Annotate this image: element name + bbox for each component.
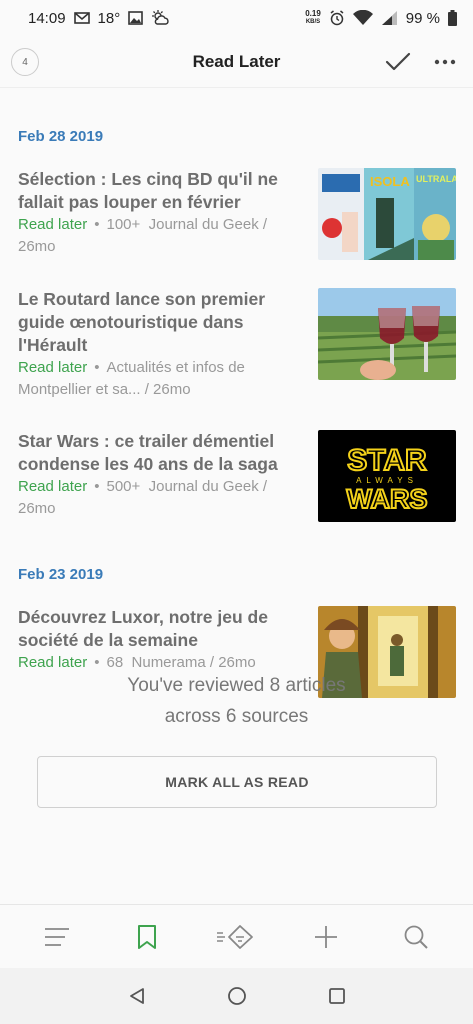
mark-all-as-read-button[interactable]: MARK ALL AS READ (37, 756, 437, 808)
mark-read-button[interactable] (383, 48, 413, 76)
article-thumbnail[interactable] (318, 288, 456, 380)
review-summary-line1: You've reviewed 8 articles (127, 675, 346, 696)
status-temperature: 18° (97, 9, 121, 27)
thumb-bd-title2: ULTRALAZ (416, 174, 456, 184)
search-icon (404, 925, 428, 949)
thumb-sw-line1: STAR (347, 444, 427, 477)
alarm-icon (329, 10, 345, 26)
recents-square-icon (328, 988, 345, 1004)
checkmark-icon (385, 52, 411, 71)
nav-feed-button[interactable] (212, 913, 260, 961)
thumb-sw-line3: WARS (347, 484, 428, 514)
article-meta: Read later • Actualités et infos de Montpe… (18, 359, 245, 398)
menu-icon (44, 927, 69, 946)
system-recents-button[interactable] (325, 984, 349, 1008)
wifi-icon (352, 10, 373, 26)
nav-add-button[interactable] (302, 913, 350, 961)
weather-cloud-sun-icon (151, 10, 169, 26)
system-back-button[interactable] (125, 984, 149, 1008)
battery-icon (448, 10, 457, 26)
status-bar: 14:09 18° 0.19 KB/S 99 % (0, 0, 473, 36)
article-item[interactable]: Sélection : Les cinq BD qu'il ne fallait… (18, 168, 456, 260)
article-item[interactable]: Découvrez Luxor, notre jeu de société de… (18, 606, 456, 698)
image-icon (128, 11, 144, 25)
system-navigation (0, 968, 473, 1024)
date-header: Feb 23 2019 (18, 566, 104, 583)
more-options-button[interactable] (431, 48, 459, 76)
signal-icon (381, 10, 398, 26)
read-later-tag: Read later (18, 216, 88, 233)
back-triangle-icon (129, 988, 144, 1004)
read-later-tag: Read later (18, 359, 88, 376)
review-summary-line2: across 6 sources (164, 706, 309, 727)
nav-read-later-button[interactable] (123, 913, 171, 961)
notification-mail-icon (73, 11, 90, 25)
engagement-count: 100+ (106, 216, 141, 233)
nav-menu-button[interactable] (33, 913, 81, 961)
plus-icon (315, 925, 338, 948)
article-thumbnail[interactable]: STAR ALWAYS WARS (318, 430, 456, 522)
article-title[interactable]: Découvrez Luxor, notre jeu de société de… (18, 606, 293, 652)
network-speed: 0.19 KB/S (305, 10, 321, 26)
more-dots-icon (434, 59, 456, 65)
unread-counter[interactable]: 4 (11, 48, 39, 76)
engagement-count: 500+ (106, 478, 141, 495)
article-title[interactable]: Le Routard lance son premier guide œnoto… (18, 288, 293, 357)
article-item[interactable]: Le Routard lance son premier guide œnoto… (18, 288, 456, 401)
article-thumbnail[interactable]: ISOLA ULTRALAZ (318, 168, 456, 260)
status-time: 14:09 (28, 9, 66, 27)
home-circle-icon (227, 987, 246, 1005)
network-speed-unit: KB/S (305, 19, 321, 25)
read-later-tag: Read later (18, 478, 88, 495)
app-bar: 4 Read Later (0, 36, 473, 88)
system-home-button[interactable] (225, 984, 249, 1008)
bottom-navigation (0, 904, 473, 968)
article-title[interactable]: Sélection : Les cinq BD qu'il ne fallait… (18, 168, 293, 214)
article-title[interactable]: Star Wars : ce trailer démentiel condens… (18, 430, 293, 476)
article-meta: Read later • 100+ Journal du Geek / 26mo (18, 216, 268, 255)
thumb-bd-title: ISOLA (370, 174, 410, 189)
read-later-tag: Read later (18, 654, 88, 671)
review-summary: You've reviewed 8 articles across 6 sour… (0, 670, 473, 732)
nav-search-button[interactable] (392, 913, 440, 961)
feedly-tag-icon (217, 924, 254, 949)
date-header: Feb 28 2019 (18, 128, 104, 145)
article-meta: Read later • 500+ Journal du Geek / 26mo (18, 478, 268, 517)
battery-percent: 99 % (405, 9, 440, 27)
network-speed-value: 0.19 (305, 9, 321, 18)
article-source: Numerama / 26mo (131, 654, 256, 671)
bookmark-icon (137, 924, 156, 949)
engagement-count: 68 (106, 654, 124, 671)
article-item[interactable]: Star Wars : ce trailer démentiel condens… (18, 430, 456, 522)
